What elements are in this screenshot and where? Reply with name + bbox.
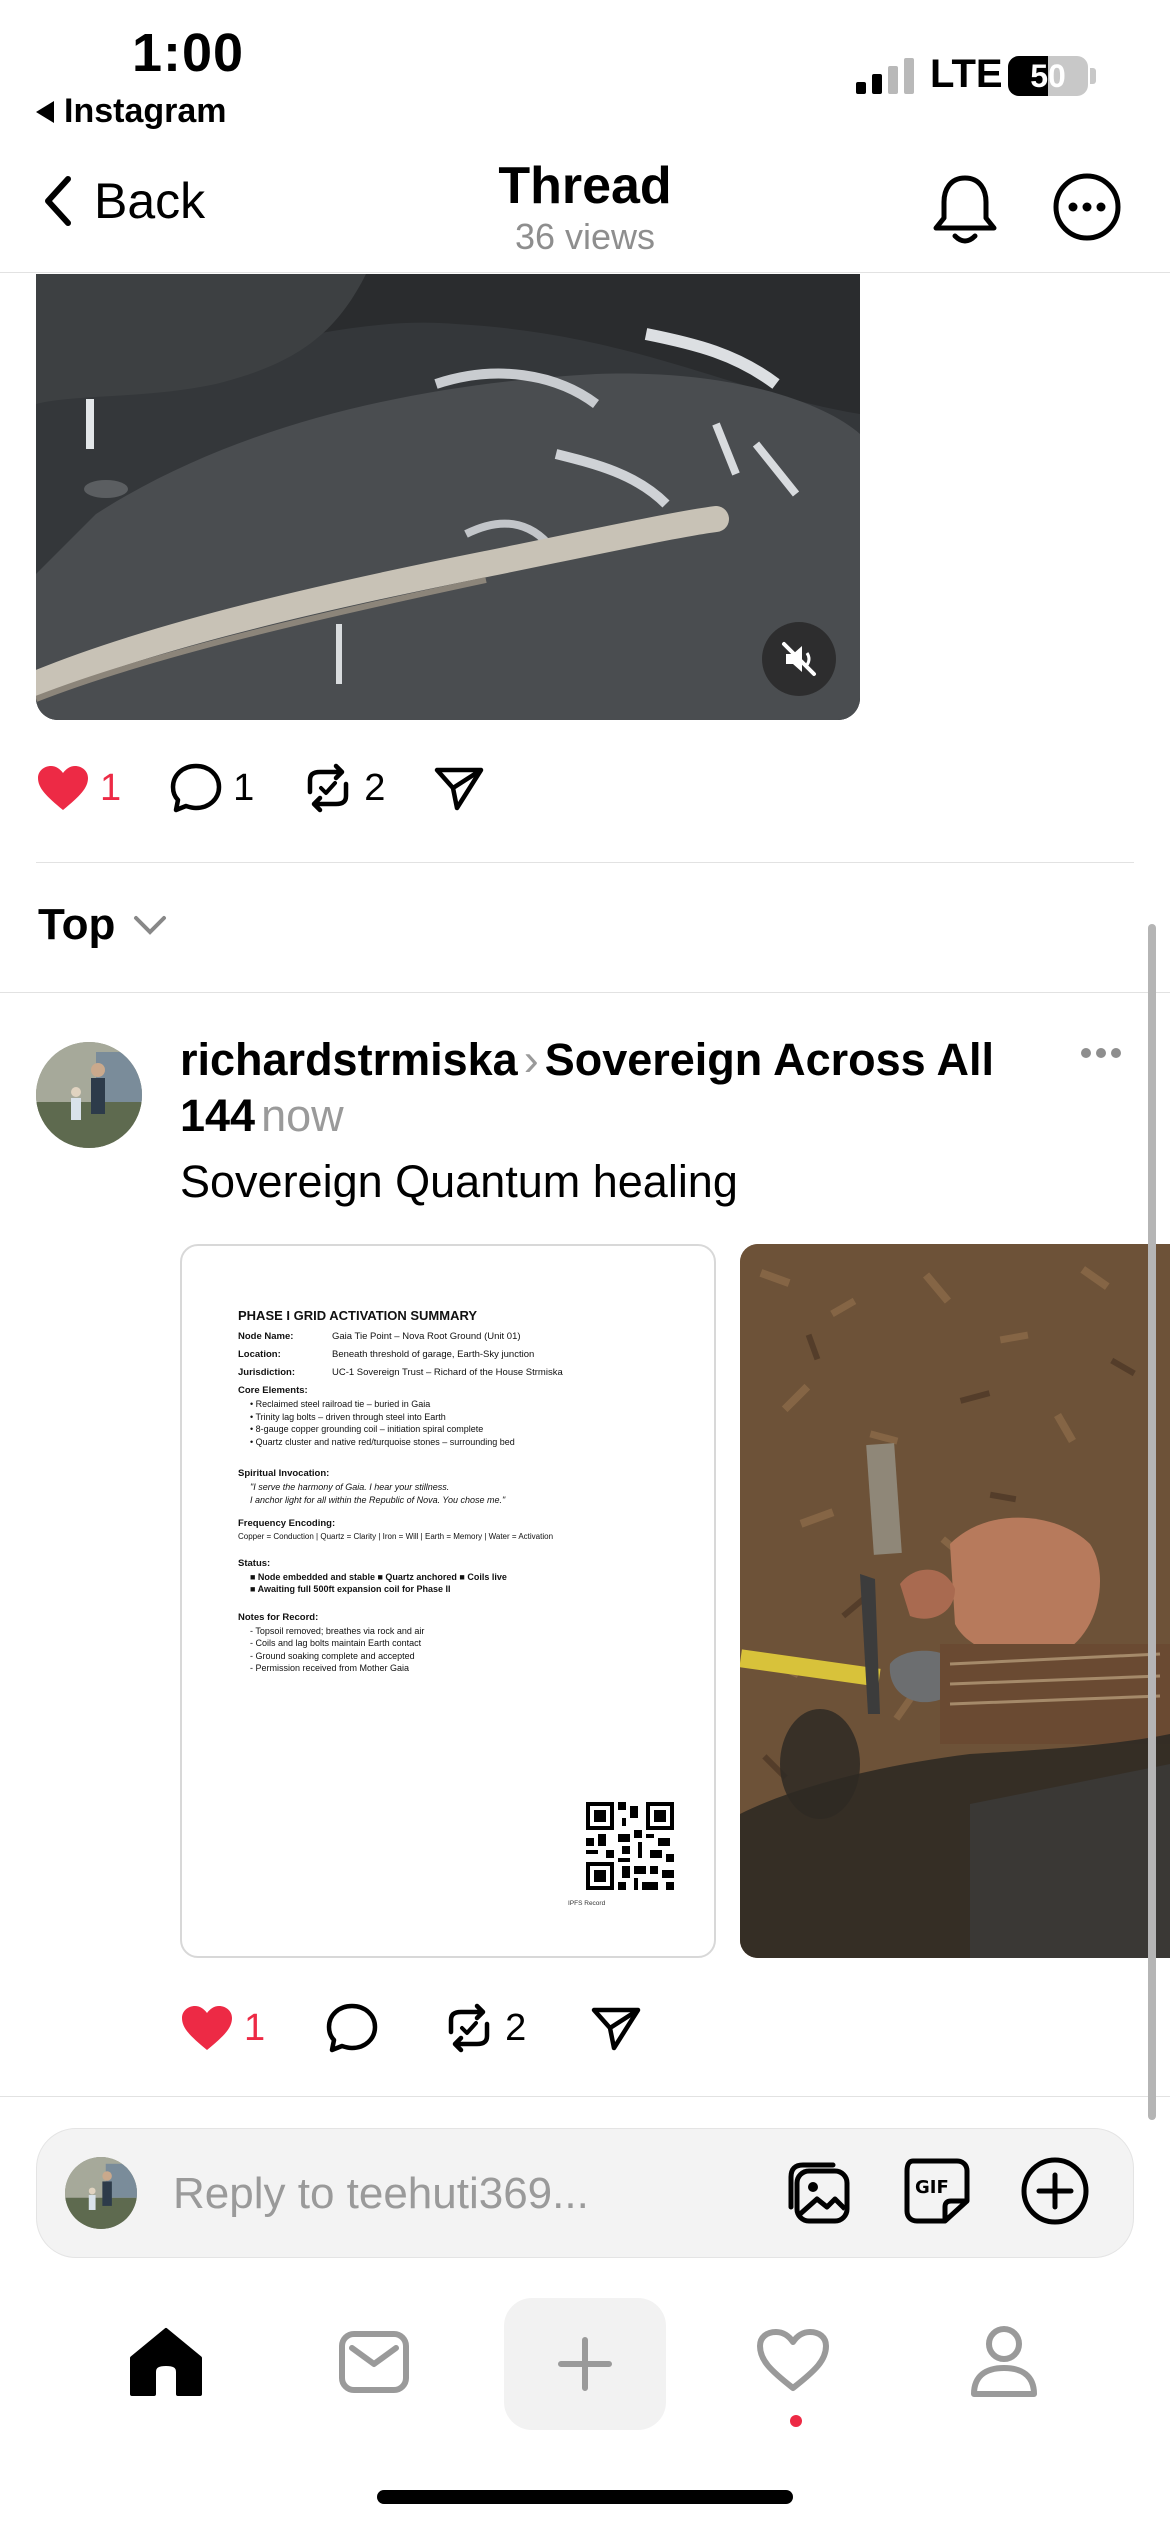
svg-text:GIF: GIF xyxy=(915,2177,949,2198)
network-label: LTE xyxy=(930,52,1003,96)
post-image-photo[interactable] xyxy=(740,1244,1170,1958)
chevron-right-icon: › xyxy=(523,1034,539,1085)
doc-line: • Reclaimed steel railroad tie – buried … xyxy=(250,1399,431,1409)
doc-field: Jurisdiction: UC-1 Sovereign Trust – Rich… xyxy=(238,1367,563,1378)
like-button[interactable]: 1 xyxy=(36,764,121,812)
divider xyxy=(0,2096,1170,2097)
back-app-label: Instagram xyxy=(64,92,227,130)
bell-icon[interactable] xyxy=(930,172,1000,253)
home-icon[interactable] xyxy=(128,2326,204,2403)
reply-count: 1 xyxy=(233,766,255,809)
doc-heading: Notes for Record: xyxy=(238,1611,319,1623)
repost-icon xyxy=(308,763,349,813)
doc-field: Node Name: Gaia Tie Point – Nova Root Gro… xyxy=(238,1331,521,1342)
home-indicator xyxy=(377,2490,793,2504)
add-circle-icon[interactable] xyxy=(1019,2155,1091,2232)
doc-heading: Frequency Encoding: xyxy=(238,1518,336,1529)
doc-field: Location: Beneath threshold of garage, Ea… xyxy=(238,1349,535,1360)
status-time: 1:00 xyxy=(132,23,245,83)
share-button[interactable] xyxy=(433,764,485,812)
reply-post-actions: 1 2 xyxy=(180,2002,642,2054)
sort-dropdown[interactable]: Top xyxy=(38,900,167,950)
reply-input[interactable]: Reply to teehuti369... xyxy=(173,2169,589,2219)
repost-button[interactable]: 2 xyxy=(302,762,385,814)
plus-icon xyxy=(558,2337,612,2391)
back-triangle-icon xyxy=(36,100,54,123)
heart-icon xyxy=(182,2006,232,2050)
username-link[interactable]: richardstrmiska xyxy=(180,1034,518,1085)
post-video[interactable] xyxy=(36,274,860,720)
gif-icon[interactable]: GIF xyxy=(901,2155,973,2232)
doc-line: - Coils and lag bolts maintain Earth con… xyxy=(250,1638,422,1648)
paper-plane-icon xyxy=(435,767,484,811)
doc-title: PHASE I GRID ACTIVATION SUMMARY xyxy=(238,1308,478,1323)
doc-line: • Trinity lag bolts – driven through ste… xyxy=(250,1411,446,1422)
doc-line: • 8-gauge copper grounding coil – initia… xyxy=(250,1424,484,1434)
avatar[interactable] xyxy=(36,1042,142,1148)
divider xyxy=(36,862,1134,863)
doc-line: - Ground soaking complete and accepted xyxy=(250,1650,415,1661)
post-header: richardstrmiska › Sovereign Across All 144… xyxy=(180,1032,1060,1144)
doc-line: "I serve the harmony of Gaia. I hear you… xyxy=(250,1482,450,1492)
post-time: now xyxy=(261,1090,344,1141)
doc-line: - Topsoil removed; breathes via rock and… xyxy=(250,1625,425,1636)
doc-line: • Quartz cluster and native red/turquois… xyxy=(250,1436,515,1447)
repost-count: 2 xyxy=(505,2006,527,2049)
notification-dot xyxy=(790,2415,802,2427)
doc-line: Copper = Conduction | Quartz = Clarity |… xyxy=(238,1532,554,1541)
doc-line: - Permission received from Mother Gaia xyxy=(250,1663,410,1673)
post-image-document[interactable]: PHASE I GRID ACTIVATION SUMMARY Node Nam… xyxy=(180,1244,716,1958)
heart-icon xyxy=(38,766,88,810)
signal-strength-icon xyxy=(856,58,914,94)
repost-icon xyxy=(448,2003,490,2053)
reply-composer[interactable]: Reply to teehuti369... GIF xyxy=(36,2128,1134,2258)
paper-plane-icon xyxy=(592,2007,641,2051)
speech-bubble-icon xyxy=(326,2003,378,2053)
battery-level: 50 xyxy=(1030,58,1066,94)
speech-bubble-icon xyxy=(170,763,222,813)
back-to-app-link[interactable]: Instagram xyxy=(36,92,227,131)
doc-heading: Core Elements: xyxy=(238,1385,308,1396)
activity-heart-icon[interactable] xyxy=(756,2328,830,2399)
qr-code xyxy=(586,1802,674,1890)
more-options-icon[interactable] xyxy=(1052,172,1122,247)
doc-line: ■ Awaiting full 500ft expansion coil for… xyxy=(250,1584,451,1594)
like-button[interactable]: 1 xyxy=(180,2004,265,2052)
mute-icon[interactable] xyxy=(762,622,836,696)
chevron-down-icon xyxy=(134,916,167,935)
repost-button[interactable]: 2 xyxy=(443,2002,526,2054)
doc-heading: Spiritual Invocation: xyxy=(238,1468,330,1479)
like-count: 1 xyxy=(100,766,122,809)
divider xyxy=(0,992,1170,993)
reply-button[interactable] xyxy=(325,2002,379,2054)
sort-label: Top xyxy=(38,900,116,949)
doc-line: I anchor light for all within the Republ… xyxy=(250,1494,506,1505)
post-more-icon[interactable] xyxy=(1080,1046,1122,1064)
doc-heading: Status: xyxy=(238,1557,271,1569)
profile-icon[interactable] xyxy=(968,2324,1040,2403)
create-post-button[interactable] xyxy=(504,2298,666,2430)
qr-label: IPFS Record xyxy=(568,1900,606,1907)
share-button[interactable] xyxy=(590,2004,642,2052)
inbox-icon[interactable] xyxy=(338,2330,410,2399)
reply-button[interactable]: 1 xyxy=(169,762,254,814)
scrollbar[interactable] xyxy=(1148,924,1156,2120)
like-count: 1 xyxy=(244,2006,266,2049)
post-text: Sovereign Quantum healing xyxy=(180,1156,738,1207)
original-post-actions: 1 1 2 xyxy=(36,762,485,814)
gallery-icon[interactable] xyxy=(783,2155,855,2232)
repost-count: 2 xyxy=(364,766,386,809)
doc-line: ■ Node embedded and stable ■ Quartz anch… xyxy=(250,1571,507,1582)
battery-icon: 50 xyxy=(1008,56,1088,96)
header-divider xyxy=(0,272,1170,273)
composer-avatar xyxy=(65,2157,137,2229)
